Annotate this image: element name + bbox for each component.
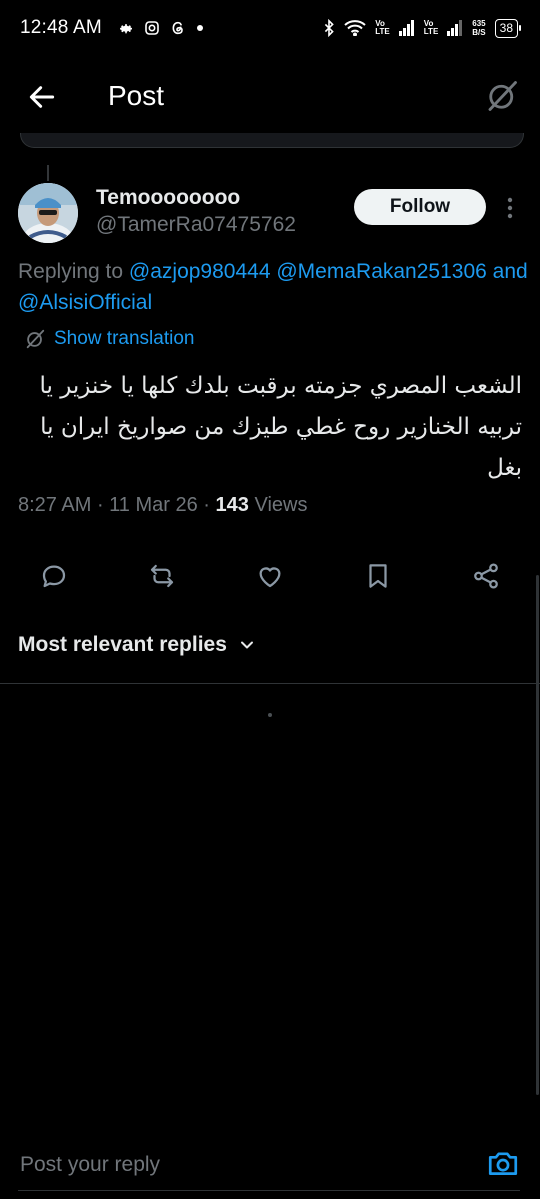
notification-dot-icon — [196, 24, 204, 32]
status-bar: 12:48 AM Vo LTE Vo LTE 635 B/S 38 — [0, 0, 540, 56]
scrollbar[interactable] — [536, 575, 539, 1095]
replies-sort-selector[interactable]: Most relevant replies — [18, 633, 257, 657]
translate-icon — [26, 329, 45, 349]
author-name[interactable]: Temoooooooo — [96, 186, 240, 210]
reply-composer — [0, 1135, 540, 1199]
loading-indicator — [268, 713, 272, 717]
like-button[interactable] — [250, 556, 290, 596]
post-date: 11 Mar 26 — [109, 494, 198, 516]
camera-button[interactable] — [486, 1146, 522, 1182]
camera-icon — [488, 1152, 518, 1175]
volte-indicator-1: Vo LTE — [375, 19, 390, 36]
bookmark-icon — [369, 564, 387, 588]
arrow-left-icon — [29, 86, 55, 108]
previous-post-edge — [20, 133, 524, 148]
author-handle[interactable]: @TamerRa07475762 — [96, 213, 296, 237]
page-title: Post — [108, 80, 165, 111]
follow-button[interactable]: Follow — [354, 189, 486, 225]
show-translation-link[interactable]: Show translation — [24, 328, 194, 350]
replying-to-line: Replying to @azjop980444 @MemaRakan25130… — [18, 256, 533, 318]
grok-icon — [488, 81, 517, 111]
views-label: Views — [254, 494, 308, 516]
signal-icon-1 — [398, 20, 415, 36]
action-bar — [0, 556, 540, 596]
reply-underline — [18, 1190, 520, 1191]
mention-link-2[interactable]: @MemaRakan251306 — [276, 260, 486, 283]
mention-link-1[interactable]: @azjop980444 — [129, 260, 271, 283]
views-count: 143 — [215, 494, 249, 516]
replying-and: and — [492, 260, 528, 283]
threads-icon — [170, 20, 186, 36]
share-button[interactable] — [466, 556, 506, 596]
post-time: 8:27 AM — [18, 494, 92, 516]
volte-indicator-2: Vo LTE — [423, 19, 439, 36]
wifi-icon — [344, 20, 366, 36]
avatar[interactable] — [18, 183, 78, 243]
post-meta: 8:27 AM · 11 Mar 26 · 143 Views — [18, 494, 308, 516]
show-translation-label: Show translation — [54, 328, 195, 349]
network-speed: 635 B/S — [472, 19, 486, 37]
signal-icon-2 — [447, 20, 463, 36]
chevron-down-icon — [240, 641, 253, 649]
reply-button[interactable] — [34, 556, 74, 596]
top-app-bar: Post — [0, 56, 540, 138]
bluetooth-icon — [323, 19, 335, 37]
instagram-icon — [144, 20, 160, 36]
more-options-button[interactable] — [500, 194, 520, 222]
battery-indicator: 38 — [494, 18, 522, 38]
like-icon — [259, 567, 281, 588]
settings-gear-icon — [118, 20, 134, 36]
replies-sort-label: Most relevant replies — [18, 633, 227, 656]
post-text: الشعب المصري جزمته برقبت بلدك كلها يا خن… — [39, 373, 522, 481]
status-time: 12:48 AM — [20, 17, 102, 38]
thread-connector-line — [47, 165, 49, 181]
reply-input[interactable] — [18, 1149, 472, 1181]
more-vertical-icon — [507, 197, 513, 219]
back-button[interactable] — [26, 81, 58, 113]
mention-link-3[interactable]: @AlsisiOfficial — [18, 291, 152, 314]
replying-prefix: Replying to — [18, 260, 124, 283]
grok-button[interactable] — [484, 78, 520, 114]
bookmark-button[interactable] — [358, 556, 398, 596]
reply-icon — [42, 565, 66, 588]
repost-button[interactable] — [142, 556, 182, 596]
share-icon — [474, 563, 498, 589]
divider — [0, 683, 540, 684]
repost-icon — [150, 564, 174, 588]
